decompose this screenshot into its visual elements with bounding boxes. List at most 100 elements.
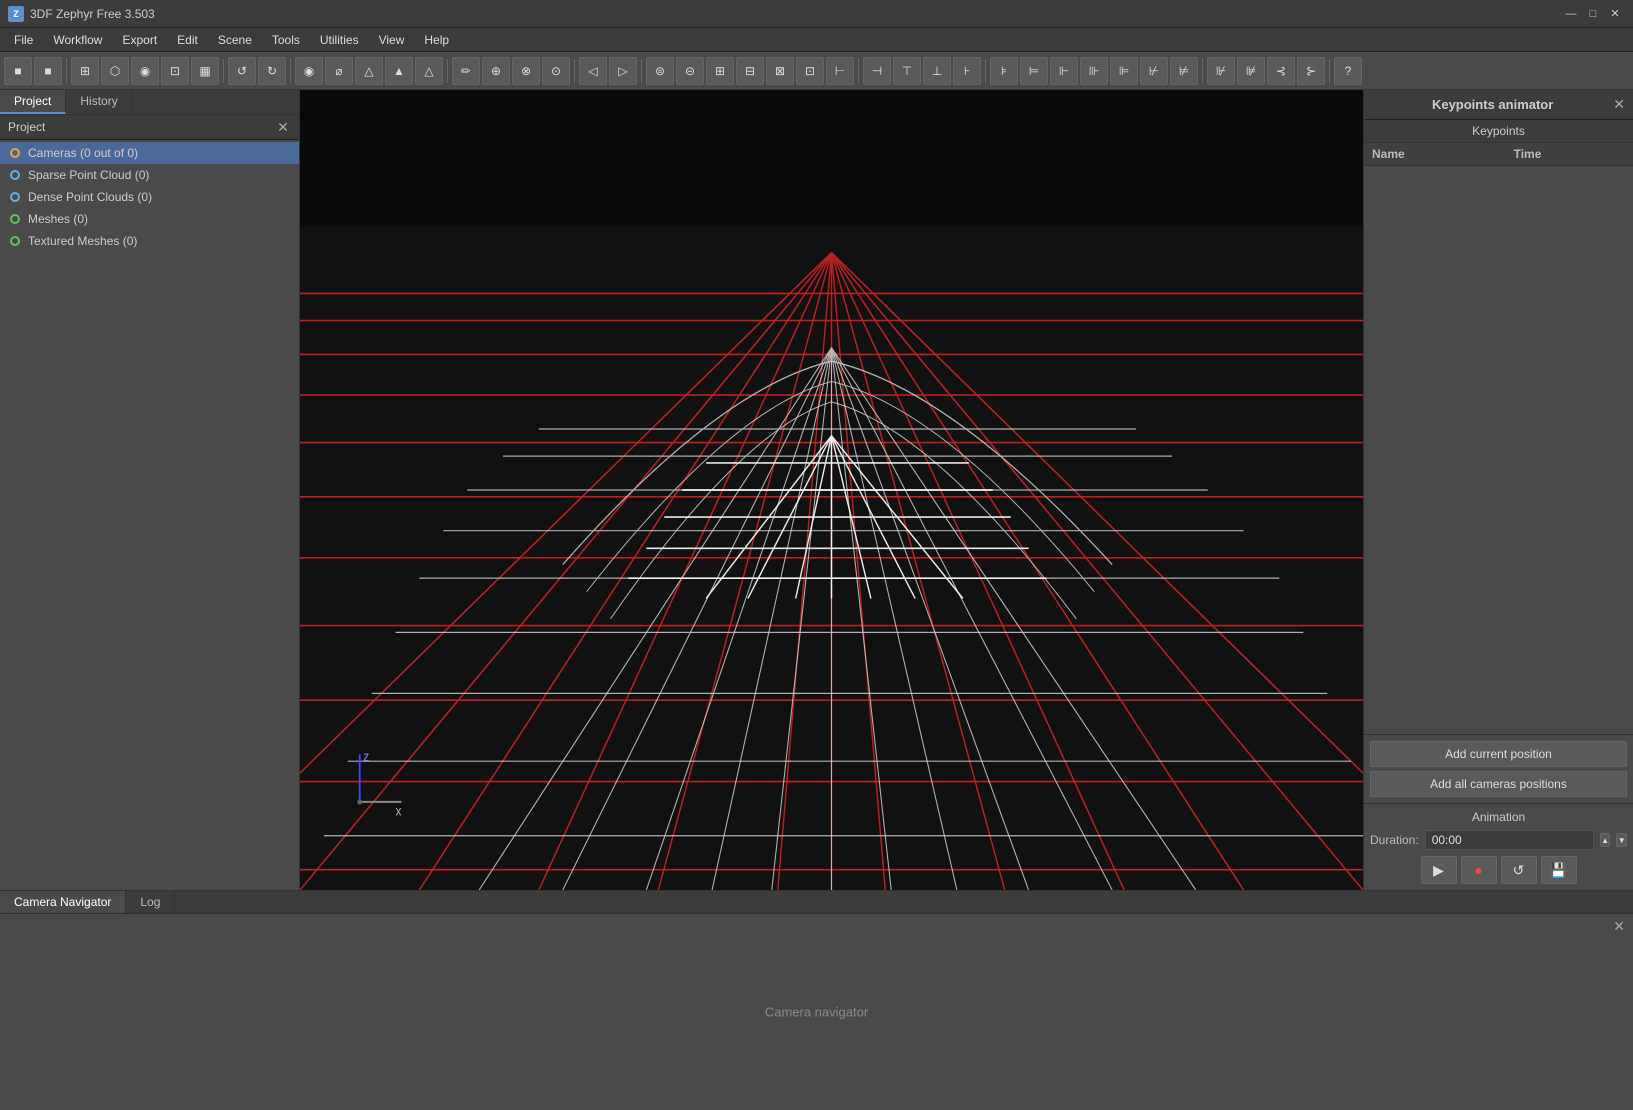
keypoints-header: Keypoints animator ✕ xyxy=(1364,90,1633,120)
app-icon: Z xyxy=(8,6,24,22)
rotate-btn[interactable]: △ xyxy=(355,57,383,85)
menu-item-export[interactable]: Export xyxy=(112,28,167,51)
add-btn[interactable]: ⊕ xyxy=(482,57,510,85)
mesh-btn[interactable]: ⊝ xyxy=(676,57,704,85)
wireframe-btn[interactable]: ⊰ xyxy=(1267,57,1295,85)
zoom-btn[interactable]: ⌀ xyxy=(325,57,353,85)
project-tabs: ProjectHistory xyxy=(0,90,299,115)
point-cloud-btn[interactable]: ⊜ xyxy=(646,57,674,85)
measure-btn[interactable]: △ xyxy=(415,57,443,85)
constraint-btn[interactable]: ⊦ xyxy=(953,57,981,85)
duration-spinner-up[interactable]: ▲ xyxy=(1600,833,1611,847)
bottom-panel-close-icon[interactable]: ✕ xyxy=(1613,918,1625,935)
filter-btn[interactable]: ⊙ xyxy=(542,57,570,85)
tree-item-label-textured: Textured Meshes (0) xyxy=(28,234,137,248)
mesh-icon xyxy=(8,212,22,226)
menu-item-scene[interactable]: Scene xyxy=(208,28,262,51)
save-animation-button[interactable]: 💾 xyxy=(1541,856,1577,884)
title-bar: Z 3DF Zephyr Free 3.503 — □ ✕ xyxy=(0,0,1633,28)
shadow-btn[interactable]: ⊯ xyxy=(1237,57,1265,85)
duration-spinner-down[interactable]: ▼ xyxy=(1616,833,1627,847)
tree-item-label-meshes: Meshes (0) xyxy=(28,212,88,226)
menu-item-utilities[interactable]: Utilities xyxy=(310,28,369,51)
menu-item-help[interactable]: Help xyxy=(414,28,459,51)
view-front-btn[interactable]: ⊨ xyxy=(1020,57,1048,85)
next-btn[interactable]: ▷ xyxy=(609,57,637,85)
bottom-content: Camera navigator ✕ xyxy=(0,914,1633,1110)
material-btn[interactable]: ⊱ xyxy=(1297,57,1325,85)
project-close-icon[interactable]: ✕ xyxy=(275,119,291,135)
toolbar: ■■⊞⬡◉⊡▦↺↻◉⌀△▲△✏⊕⊗⊙◁▷⊜⊝⊞⊟⊠⊡⊢⊣⊤⊥⊦⊧⊨⊩⊪⊫⊬⊭⊮⊯… xyxy=(0,52,1633,90)
panel-tab-project[interactable]: Project xyxy=(0,90,66,114)
toolbar-separator-38 xyxy=(985,59,986,83)
texture-btn[interactable]: ⊞ xyxy=(706,57,734,85)
menu-item-edit[interactable]: Edit xyxy=(167,28,208,51)
new-btn[interactable]: ■ xyxy=(4,57,32,85)
tree-item-cameras[interactable]: Cameras (0 out of 0) xyxy=(0,142,299,164)
viewport[interactable]: z x xyxy=(300,90,1363,890)
viewport-btn1[interactable]: ⊞ xyxy=(71,57,99,85)
select-btn[interactable]: ✏ xyxy=(452,57,480,85)
pan-btn[interactable]: ▲ xyxy=(385,57,413,85)
remove-btn[interactable]: ⊗ xyxy=(512,57,540,85)
redo-btn[interactable]: ↻ xyxy=(258,57,286,85)
menu-item-view[interactable]: View xyxy=(369,28,415,51)
menu-item-workflow[interactable]: Workflow xyxy=(43,28,112,51)
camera-navigator-label: Camera navigator xyxy=(765,1005,868,1020)
play-button[interactable]: ▶ xyxy=(1421,856,1457,884)
project-tree: Cameras (0 out of 0)Sparse Point Cloud (… xyxy=(0,140,299,890)
minimize-button[interactable]: — xyxy=(1561,4,1581,24)
align-btn[interactable]: ⊣ xyxy=(863,57,891,85)
annotation-btn[interactable]: ⊠ xyxy=(766,57,794,85)
panel-tab-history[interactable]: History xyxy=(66,90,132,114)
toolbar-separator-22 xyxy=(574,59,575,83)
cloud-icon xyxy=(8,190,22,204)
viewport-btn2[interactable]: ⬡ xyxy=(101,57,129,85)
help-btn[interactable]: ? xyxy=(1334,57,1362,85)
bottom-tab-camera-navigator[interactable]: Camera Navigator xyxy=(0,891,126,913)
fly-btn[interactable]: ⊭ xyxy=(1170,57,1198,85)
viewport-btn5[interactable]: ▦ xyxy=(191,57,219,85)
navigate-btn[interactable]: ◉ xyxy=(295,57,323,85)
duration-input[interactable] xyxy=(1425,830,1594,850)
view-top-btn[interactable]: ⊧ xyxy=(990,57,1018,85)
title-bar-left: Z 3DF Zephyr Free 3.503 xyxy=(8,6,155,22)
right-panel-close-icon[interactable]: ✕ xyxy=(1613,96,1625,113)
camera-btn[interactable]: ⊬ xyxy=(1140,57,1168,85)
toolbar-separator-11 xyxy=(290,59,291,83)
main-layout: ProjectHistory Project ✕ Cameras (0 out … xyxy=(0,90,1633,890)
record-button[interactable]: ● xyxy=(1461,856,1497,884)
color-btn[interactable]: ⊟ xyxy=(736,57,764,85)
scale-btn[interactable]: ⊤ xyxy=(893,57,921,85)
tree-item-sparse[interactable]: Sparse Point Cloud (0) xyxy=(0,164,299,186)
export-btn[interactable]: ⊢ xyxy=(826,57,854,85)
bottom-tab-log[interactable]: Log xyxy=(126,891,175,913)
light-btn[interactable]: ⊮ xyxy=(1207,57,1235,85)
cloud-icon xyxy=(8,168,22,182)
add-all-cameras-positions-button[interactable]: Add all cameras positions xyxy=(1370,771,1627,797)
menu-item-tools[interactable]: Tools xyxy=(262,28,310,51)
duration-label: Duration: xyxy=(1370,833,1419,847)
menu-item-file[interactable]: File xyxy=(4,28,43,51)
keypoints-title: Keypoints animator xyxy=(1372,97,1613,112)
undo-btn[interactable]: ↺ xyxy=(228,57,256,85)
viewport-btn4[interactable]: ⊡ xyxy=(161,57,189,85)
add-current-position-button[interactable]: Add current position xyxy=(1370,741,1627,767)
close-button[interactable]: ✕ xyxy=(1605,4,1625,24)
tree-item-textured[interactable]: Textured Meshes (0) xyxy=(0,230,299,252)
georef-btn[interactable]: ⊥ xyxy=(923,57,951,85)
tree-item-meshes[interactable]: Meshes (0) xyxy=(0,208,299,230)
maximize-button[interactable]: □ xyxy=(1583,4,1603,24)
viewport-btn3[interactable]: ◉ xyxy=(131,57,159,85)
view-side-btn[interactable]: ⊩ xyxy=(1050,57,1078,85)
open-btn[interactable]: ■ xyxy=(34,57,62,85)
prev-btn[interactable]: ◁ xyxy=(579,57,607,85)
view-perspective-btn[interactable]: ⊪ xyxy=(1080,57,1108,85)
tree-item-dense[interactable]: Dense Point Clouds (0) xyxy=(0,186,299,208)
keypoints-col-time: Time xyxy=(1506,143,1633,166)
view-ortho-btn[interactable]: ⊫ xyxy=(1110,57,1138,85)
loop-button[interactable]: ↺ xyxy=(1501,856,1537,884)
project-header-title: Project xyxy=(8,120,45,134)
section-btn[interactable]: ⊡ xyxy=(796,57,824,85)
toolbar-separator-2 xyxy=(66,59,67,83)
